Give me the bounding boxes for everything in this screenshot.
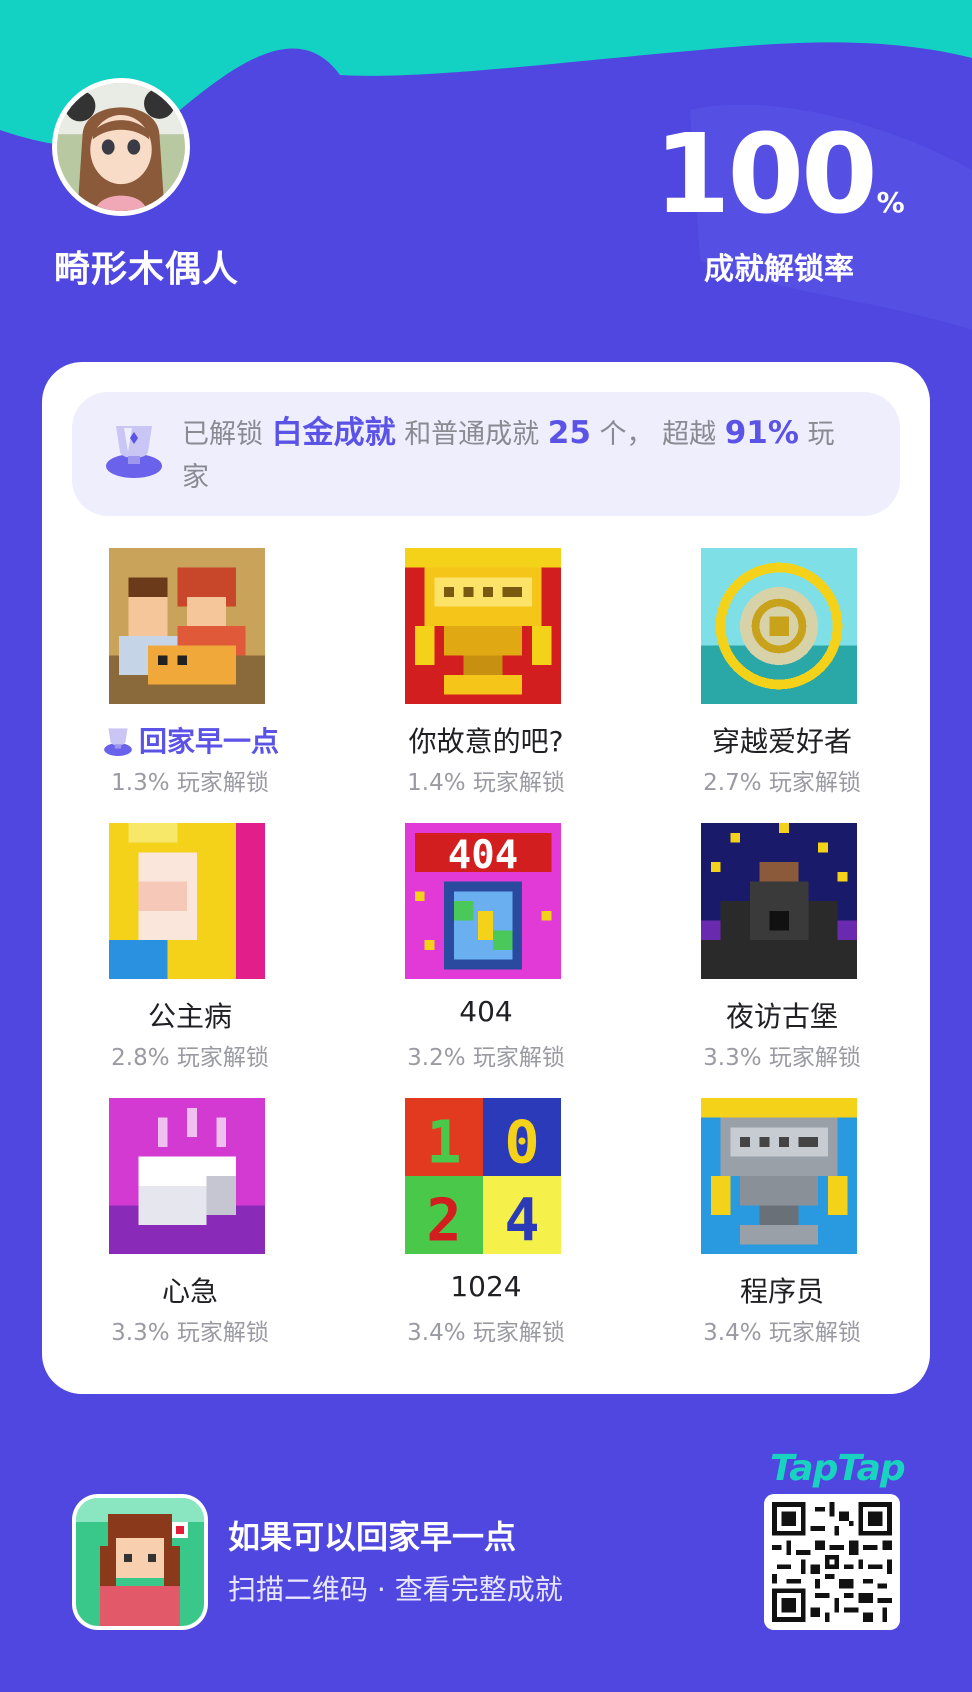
achievement-name: 夜访古堡: [725, 1000, 838, 1033]
game-icon[interactable]: [72, 1494, 208, 1630]
achievement-percent: 3.3% 玩家解锁: [111, 1320, 269, 1346]
game-cover-image: [76, 1498, 204, 1626]
family-cat-icon: [109, 548, 265, 704]
tofu-icon: [109, 1098, 265, 1254]
unlock-rate-value: 100: [654, 110, 878, 238]
achievement-name: 你故意的吧?: [408, 725, 564, 758]
achievement-percent: 2.8% 玩家解锁: [111, 1045, 269, 1071]
achievement-item[interactable]: 穿越爱好者 2.7% 玩家解锁: [634, 548, 930, 823]
svg-text:404: 404: [448, 833, 518, 878]
svg-text:0: 0: [504, 1108, 539, 1176]
achievement-item[interactable]: 公主病 2.8% 玩家解锁: [42, 823, 338, 1098]
achievement-name-text: 回家早一点: [138, 725, 279, 758]
achievement-name: 404: [459, 995, 513, 1028]
1024-icon: 1 0 2 4: [405, 1098, 561, 1254]
achievement-name: 公主病: [147, 1000, 232, 1033]
fail-trophy-gold-icon: [405, 548, 561, 704]
qr-code-icon: [772, 1502, 892, 1622]
avatar-image: [57, 83, 185, 211]
achievement-item[interactable]: 404 404 3.2% 玩家解锁: [338, 823, 634, 1098]
summary-beat-percent: 91%: [724, 415, 799, 451]
platinum-badge-icon: [104, 728, 132, 756]
achievement-item[interactable]: 程序员 3.4% 玩家解锁: [634, 1098, 930, 1373]
svg-text:4: 4: [504, 1186, 539, 1254]
achievement-item[interactable]: 1 0 2 4 1024 3.4% 玩家解锁: [338, 1098, 634, 1373]
princess-icon: [109, 823, 265, 979]
achievement-item[interactable]: 你故意的吧? 1.4% 玩家解锁: [338, 548, 634, 823]
unlock-rate-label: 成就解锁率: [704, 252, 854, 287]
achievement-percent: 1.4% 玩家解锁: [407, 770, 565, 796]
achievement-percent: 3.4% 玩家解锁: [407, 1320, 565, 1346]
achievement-percent: 2.7% 玩家解锁: [703, 770, 861, 796]
404-icon: 404: [405, 823, 561, 979]
achievement-card: 已解锁 白金成就 和普通成就 25 个， 超越 91% 玩家 回家早一点 1.3…: [42, 362, 930, 1394]
achievement-name: 程序员: [739, 1275, 824, 1308]
qr-code[interactable]: [764, 1494, 900, 1630]
achievement-percent: 3.3% 玩家解锁: [703, 1045, 861, 1071]
unlock-rate-unit: %: [876, 186, 905, 219]
summary-beat-prefix: 超越: [662, 419, 717, 450]
svg-text:2: 2: [426, 1186, 461, 1254]
achievement-percent: 1.3% 玩家解锁: [111, 770, 269, 796]
taptap-logo: TapTap: [770, 1448, 906, 1489]
scan-hint: 扫描二维码 · 查看完整成就: [228, 1573, 563, 1606]
summary-banner: 已解锁 白金成就 和普通成就 25 个， 超越 91% 玩家: [72, 392, 900, 516]
game-title: 如果可以回家早一点: [228, 1518, 517, 1556]
summary-count-suffix: 个，: [599, 419, 654, 450]
castle-icon: [701, 823, 857, 979]
achievement-name: 回家早一点: [42, 720, 338, 760]
unlock-rate-value-row: 100%: [654, 119, 905, 229]
username: 畸形木偶人: [54, 249, 240, 290]
summary-middle: 和普通成就: [404, 419, 540, 450]
achievement-item[interactable]: 心急 3.3% 玩家解锁: [42, 1098, 338, 1373]
unlock-rate: 100% 成就解锁率: [654, 119, 905, 288]
achievement-item[interactable]: 夜访古堡 3.3% 玩家解锁: [634, 823, 930, 1098]
summary-prefix: 已解锁: [182, 419, 263, 450]
platinum-trophy-icon: [106, 426, 162, 478]
svg-text:1: 1: [426, 1108, 461, 1176]
achievement-percent: 3.4% 玩家解锁: [703, 1320, 861, 1346]
achievement-name: 心急: [161, 1275, 218, 1308]
summary-count: 25: [547, 415, 591, 451]
achievement-percent: 3.2% 玩家解锁: [407, 1045, 565, 1071]
achievement-name: 1024: [450, 1270, 522, 1303]
avatar[interactable]: [52, 78, 190, 216]
fail-trophy-silver-icon: [701, 1098, 857, 1254]
portal-icon: [701, 548, 857, 704]
summary-platinum: 白金成就: [271, 415, 396, 451]
achievement-item[interactable]: 回家早一点 1.3% 玩家解锁: [42, 548, 338, 823]
achievement-name: 穿越爱好者: [711, 725, 852, 758]
